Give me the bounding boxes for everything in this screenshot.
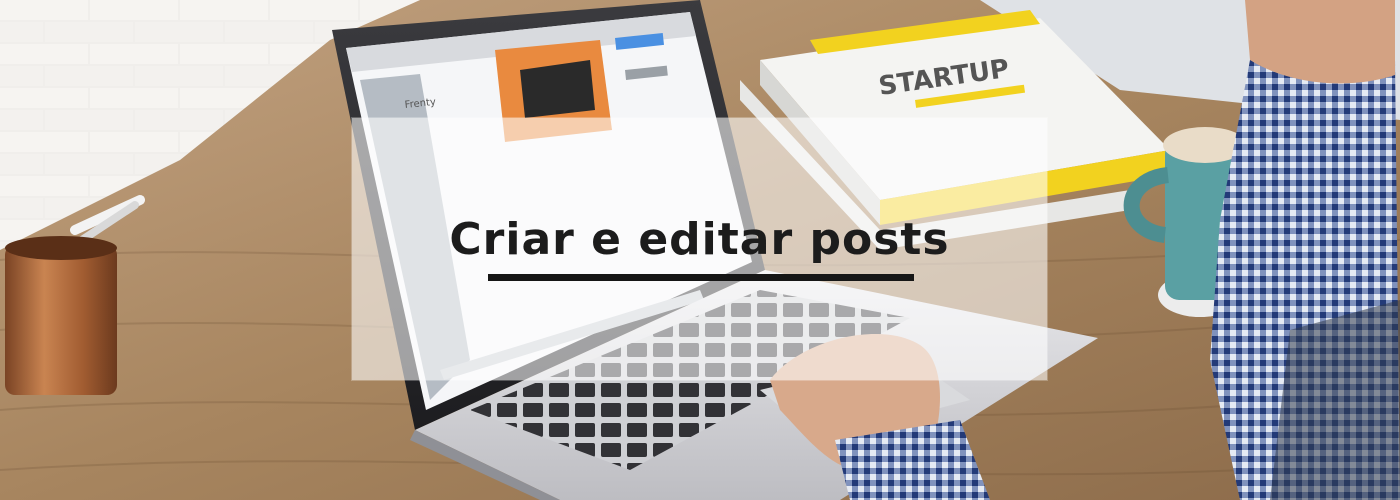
title-overlay-panel: Criar e editar posts [352,118,1047,380]
banner-title: Criar e editar posts [449,214,950,265]
title-underline [488,274,914,281]
